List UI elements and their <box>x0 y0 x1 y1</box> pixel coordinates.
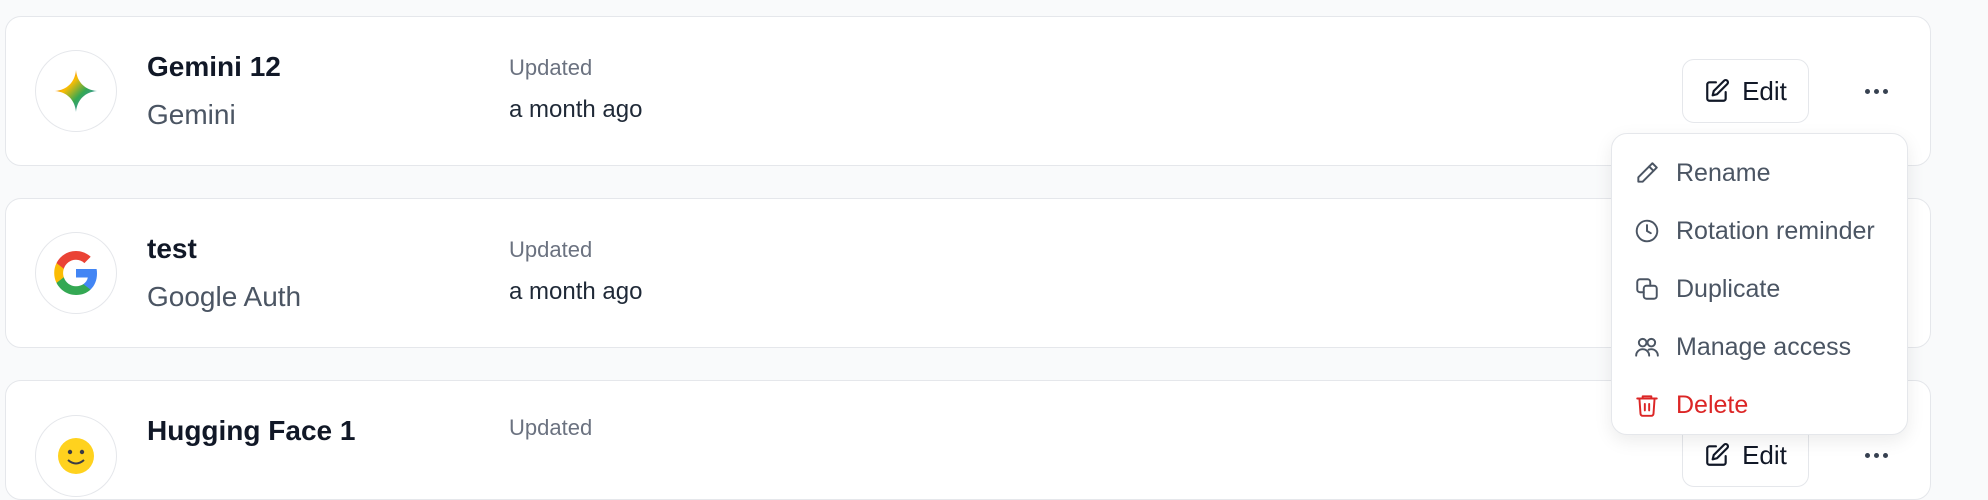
menu-item-delete[interactable]: Delete <box>1612 376 1907 434</box>
updated-label: Updated <box>509 415 593 440</box>
menu-item-label: Rename <box>1676 158 1771 187</box>
edit-button[interactable]: Edit <box>1682 59 1809 123</box>
updated-value: a month ago <box>509 278 643 305</box>
updated-value: a month ago <box>509 96 643 123</box>
menu-item-manage-access[interactable]: Manage access <box>1612 318 1907 376</box>
more-horizontal-icon <box>1864 452 1888 458</box>
updated-label: Updated <box>509 55 593 80</box>
edit-icon <box>1706 79 1730 102</box>
menu-item-duplicate[interactable]: Duplicate <box>1612 260 1907 318</box>
menu-item-label: Duplicate <box>1676 274 1781 303</box>
edit-button-label: Edit <box>1742 75 1787 106</box>
clock-icon <box>1635 219 1659 243</box>
more-horizontal-icon <box>1864 88 1888 94</box>
more-options-button[interactable] <box>1854 437 1898 473</box>
google-g-icon <box>35 232 117 314</box>
copy-icon <box>1636 278 1658 300</box>
gemini-sparkle-icon <box>35 50 117 132</box>
menu-item-label: Manage access <box>1676 332 1852 361</box>
hugging-face-emoji-icon <box>35 415 117 497</box>
trash-icon <box>1636 395 1658 417</box>
updated-label: Updated <box>509 237 593 262</box>
menu-item-label: Rotation reminder <box>1676 216 1875 245</box>
more-options-button[interactable] <box>1854 73 1898 109</box>
menu-item-rotation-reminder[interactable]: Rotation reminder <box>1612 202 1907 260</box>
menu-item-label: Delete <box>1676 390 1749 419</box>
menu-item-rename[interactable]: Rename <box>1612 144 1907 202</box>
credential-name: test <box>147 233 197 264</box>
more-options-menu: Rename Rotation reminder Duplicate Manag… <box>1611 133 1908 435</box>
credential-name: Hugging Face 1 <box>147 415 356 446</box>
edit-icon <box>1706 443 1730 466</box>
credential-provider: Gemini <box>147 99 236 130</box>
credential-provider: Google Auth <box>147 281 302 312</box>
pencil-icon <box>1637 162 1658 183</box>
users-icon <box>1635 337 1659 357</box>
edit-button-label: Edit <box>1742 439 1787 470</box>
credential-name: Gemini 12 <box>147 51 281 82</box>
